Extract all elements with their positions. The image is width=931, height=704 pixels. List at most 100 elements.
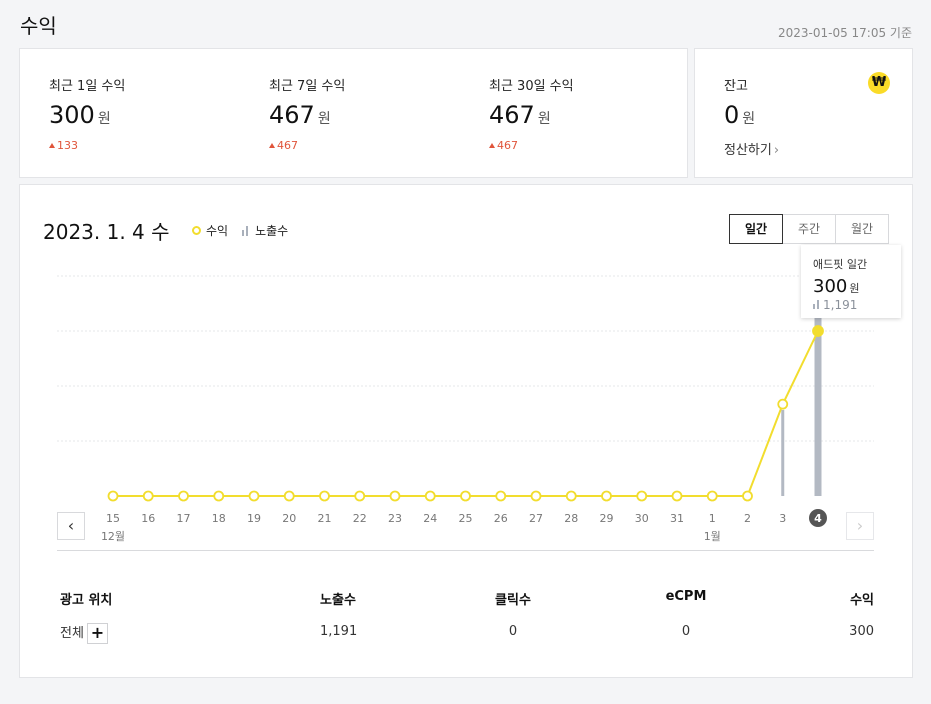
updated-timestamp: 2023-01-05 17:05 기준 — [777, 26, 912, 40]
impressions-bar — [781, 409, 785, 496]
balance-value: 0원 — [724, 101, 755, 129]
col-revenue: 수익 — [850, 593, 874, 608]
revenue-point — [636, 490, 648, 502]
tooltip-impressions: 1,191 — [813, 298, 889, 312]
stat-delta: 467 — [489, 139, 518, 152]
page-title: 수익 — [20, 14, 57, 38]
revenue-point — [424, 490, 436, 502]
tooltip-title: 애드핏 일간 — [813, 258, 868, 271]
stat-value: 467 원 — [269, 101, 331, 129]
impressions-mini-icon — [813, 300, 820, 309]
stat-unit: 원 — [317, 111, 331, 127]
revenue-point — [319, 490, 330, 502]
x-tick-label: 2 — [744, 512, 751, 525]
x-tick-label: 31 — [670, 512, 684, 525]
chart-card: 2023. 1. 4 수 수익 노출수 일간 주간 월간 15 16 17 18 19 2… — [19, 184, 913, 678]
x-tick-label: 1 — [709, 512, 716, 525]
up-triangle-icon — [49, 143, 55, 148]
revenue-point — [460, 490, 471, 502]
chart-tooltip: 애드핏 일간 300 원 1,191 — [801, 245, 901, 318]
x-tick-label: 28 — [564, 512, 578, 525]
revenue-point — [812, 325, 824, 337]
revenue-point — [389, 490, 401, 502]
revenue-point — [742, 490, 753, 502]
x-tick-label: 17 — [177, 512, 191, 525]
revenue-point — [142, 490, 154, 502]
row-name-cell: 전체 + — [60, 622, 108, 644]
x-tick-label: 3 — [779, 512, 786, 525]
revenue-point — [565, 490, 577, 502]
x-tick-label: 26 — [494, 512, 508, 525]
row-impressions: 1,191 — [320, 624, 358, 639]
x-tick-label: 24 — [423, 512, 437, 525]
balance-number: 0 — [724, 101, 740, 129]
tooltip-value: 300 원 — [813, 276, 889, 297]
stat-label: 최근 7일 수익 — [269, 79, 346, 94]
chart-prev-button[interactable]: ‹ — [57, 512, 85, 540]
stat-label: 최근 30일 수익 — [489, 79, 574, 94]
x-tick-label: 21 — [318, 512, 332, 525]
month-label: 12월 — [101, 530, 125, 543]
x-tick-label: 29 — [600, 512, 614, 525]
x-tick-label: 19 — [247, 512, 261, 525]
revenue-point — [495, 490, 507, 502]
revenue-point — [601, 490, 612, 502]
month-label: 1월 — [704, 530, 721, 543]
chart-next-button[interactable]: › — [846, 512, 874, 540]
revenue-point — [777, 398, 789, 410]
stat-delta-value: 467 — [497, 139, 518, 152]
x-tick-label: 16 — [141, 512, 155, 525]
chevron-right-icon: › — [773, 143, 780, 158]
stat-label: 최근 1일 수익 — [49, 79, 126, 94]
revenue-point — [530, 490, 542, 502]
x-tick-label: 22 — [353, 512, 367, 525]
settle-link[interactable]: 정산하기 › — [724, 139, 779, 158]
x-tick-label: 20 — [282, 512, 296, 525]
stat-delta: 467 — [269, 139, 298, 152]
revenue-line — [113, 330, 819, 497]
settle-link-label: 정산하기 — [724, 143, 772, 158]
stat-unit: 원 — [97, 111, 111, 127]
balance-label: 잔고 — [724, 79, 748, 94]
revenue-point — [283, 490, 295, 502]
x-tick-label: 27 — [529, 512, 543, 525]
stat-value: 467 원 — [489, 101, 551, 129]
divider — [57, 550, 874, 551]
balance-unit: 원 — [742, 111, 756, 127]
x-tick-label: 15 — [106, 512, 120, 525]
won-icon: ₩ — [868, 72, 890, 94]
revenue-point — [248, 490, 260, 502]
tooltip-number: 300 — [813, 276, 848, 297]
expand-plus-button[interactable]: + — [86, 623, 108, 644]
row-ecpm: 0 — [681, 624, 691, 639]
x-tick-label: 30 — [635, 512, 649, 525]
row-clicks: 0 — [508, 624, 518, 639]
stat-number: 467 — [489, 101, 535, 129]
revenue-point — [354, 490, 366, 502]
revenue-summary-card: 최근 1일 수익 300 원 133 최근 7일 수익 467 원 467 최근 3… — [19, 48, 688, 178]
x-tick-label: 25 — [459, 512, 473, 525]
stat-delta: 133 — [49, 139, 78, 152]
revenue-point — [213, 490, 225, 502]
tooltip-unit: 원 — [849, 282, 860, 295]
tab-daily[interactable]: 일간 — [729, 214, 783, 244]
stat-delta-value: 467 — [277, 139, 298, 152]
up-triangle-icon — [489, 143, 495, 148]
row-revenue: 300 — [849, 624, 874, 639]
balance-card: 잔고 0원 ₩ 정산하기 › — [694, 48, 913, 178]
revenue-point — [706, 490, 718, 502]
col-impressions: 노출수 — [320, 593, 356, 608]
row-name: 전체 — [60, 626, 84, 641]
revenue-point — [107, 490, 119, 502]
col-ad-position: 광고 위치 — [60, 593, 113, 608]
stat-delta-value: 133 — [57, 139, 78, 152]
up-triangle-icon — [269, 143, 275, 148]
col-ecpm: eCPM — [665, 589, 707, 604]
x-tick-label: 23 — [388, 512, 402, 525]
x-tick-label: 4 — [814, 512, 822, 525]
revenue-point — [671, 490, 683, 502]
revenue-point — [178, 490, 189, 502]
stat-unit: 원 — [537, 111, 551, 127]
x-tick-label: 18 — [212, 512, 226, 525]
stat-number: 300 — [49, 101, 95, 129]
